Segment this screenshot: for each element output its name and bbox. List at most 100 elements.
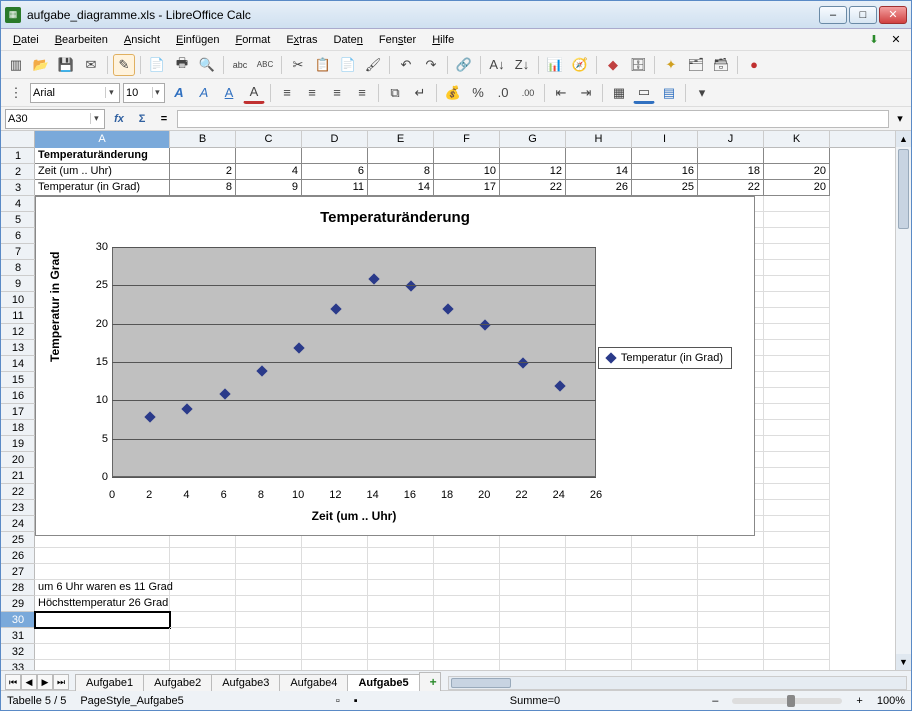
number-format-button[interactable]: .0 — [492, 82, 514, 104]
row-header-12[interactable]: 12 — [1, 324, 35, 340]
cell-G33[interactable] — [500, 660, 566, 670]
cell-K33[interactable] — [764, 660, 830, 670]
cell-F2[interactable]: 10 — [434, 164, 500, 180]
cell-J30[interactable] — [698, 612, 764, 628]
cell-B1[interactable] — [170, 148, 236, 164]
row-header-21[interactable]: 21 — [1, 468, 35, 484]
cell-I29[interactable] — [632, 596, 698, 612]
cell-I32[interactable] — [632, 644, 698, 660]
row-header-22[interactable]: 22 — [1, 484, 35, 500]
row-header-26[interactable]: 26 — [1, 548, 35, 564]
cell-K22[interactable] — [764, 484, 830, 500]
column-headers[interactable]: ABCDEFGHIJK — [35, 131, 895, 148]
toolbar-handle[interactable]: ⋮ — [5, 82, 27, 104]
cell-E32[interactable] — [368, 644, 434, 660]
cell-F26[interactable] — [434, 548, 500, 564]
zoom-slider[interactable] — [732, 698, 842, 704]
add-decimal-button[interactable]: .00 — [517, 82, 539, 104]
cell-G2[interactable]: 12 — [500, 164, 566, 180]
font-name-input[interactable] — [33, 87, 105, 99]
add-sheet-button[interactable]: + — [419, 672, 441, 691]
column-header-I[interactable]: I — [632, 131, 698, 148]
row-header-7[interactable]: 7 — [1, 244, 35, 260]
cell-D26[interactable] — [302, 548, 368, 564]
cell-B27[interactable] — [170, 564, 236, 580]
cell-B29[interactable] — [170, 596, 236, 612]
datasource-button[interactable]: 🗄 — [627, 54, 649, 76]
column-header-B[interactable]: B — [170, 131, 236, 148]
currency-button[interactable]: 💰 — [442, 82, 464, 104]
cell-F30[interactable] — [434, 612, 500, 628]
cell-K4[interactable] — [764, 196, 830, 212]
cell-B32[interactable] — [170, 644, 236, 660]
row-header-6[interactable]: 6 — [1, 228, 35, 244]
close-document-icon[interactable]: ✕ — [887, 31, 905, 49]
scroll-up-icon[interactable]: ▲ — [896, 131, 911, 147]
vertical-scrollbar[interactable]: ▲ ▼ — [895, 131, 911, 670]
cell-H30[interactable] — [566, 612, 632, 628]
cell-K17[interactable] — [764, 404, 830, 420]
print-button[interactable]: 🖶 — [171, 54, 193, 76]
cell-B30[interactable] — [170, 612, 236, 628]
column-header-K[interactable]: K — [764, 131, 830, 148]
row-header-16[interactable]: 16 — [1, 388, 35, 404]
cell-D30[interactable] — [302, 612, 368, 628]
cell-K26[interactable] — [764, 548, 830, 564]
cell-H1[interactable] — [566, 148, 632, 164]
cell-C1[interactable] — [236, 148, 302, 164]
cell-F3[interactable]: 17 — [434, 180, 500, 196]
row-header-29[interactable]: 29 — [1, 596, 35, 612]
row-header-10[interactable]: 10 — [1, 292, 35, 308]
cell-K31[interactable] — [764, 628, 830, 644]
cell-D28[interactable] — [302, 580, 368, 596]
cell-J32[interactable] — [698, 644, 764, 660]
cell-G27[interactable] — [500, 564, 566, 580]
cell-B2[interactable]: 2 — [170, 164, 236, 180]
row-header-11[interactable]: 11 — [1, 308, 35, 324]
cell-I33[interactable] — [632, 660, 698, 670]
cell-K16[interactable] — [764, 388, 830, 404]
cell-K2[interactable]: 20 — [764, 164, 830, 180]
maximize-button[interactable]: □ — [849, 6, 877, 24]
navigator-button[interactable]: 🧭 — [569, 54, 591, 76]
cell-I2[interactable]: 16 — [632, 164, 698, 180]
column-header-F[interactable]: F — [434, 131, 500, 148]
cell-K21[interactable] — [764, 468, 830, 484]
cell-F29[interactable] — [434, 596, 500, 612]
merge-cells-button[interactable]: ⧉ — [384, 82, 406, 104]
cell-F27[interactable] — [434, 564, 500, 580]
cell-G30[interactable] — [500, 612, 566, 628]
cell-C32[interactable] — [236, 644, 302, 660]
underline-button[interactable]: A — [218, 82, 240, 104]
insert-mode-icon[interactable]: ▫ — [336, 695, 340, 707]
formula-input[interactable] — [177, 110, 889, 128]
equals-icon[interactable]: = — [155, 109, 173, 129]
menu-fenster[interactable]: Fenster — [373, 32, 422, 48]
cell-K30[interactable] — [764, 612, 830, 628]
sheet-tab-aufgabe3[interactable]: Aufgabe3 — [211, 674, 280, 691]
cell-E26[interactable] — [368, 548, 434, 564]
row-header-27[interactable]: 27 — [1, 564, 35, 580]
cell-K24[interactable] — [764, 516, 830, 532]
cell-A1[interactable]: Temperaturänderung — [35, 148, 170, 164]
macro-record-button[interactable]: ● — [743, 54, 765, 76]
cell-B26[interactable] — [170, 548, 236, 564]
cell-A27[interactable] — [35, 564, 170, 580]
cell-K5[interactable] — [764, 212, 830, 228]
row-header-28[interactable]: 28 — [1, 580, 35, 596]
row-header-8[interactable]: 8 — [1, 260, 35, 276]
cell-J2[interactable]: 18 — [698, 164, 764, 180]
scroll-down-icon[interactable]: ▼ — [896, 654, 911, 670]
cell-F1[interactable] — [434, 148, 500, 164]
cell-H32[interactable] — [566, 644, 632, 660]
selection-mode-icon[interactable]: ▪ — [354, 695, 358, 707]
chart-button[interactable]: 📊 — [544, 54, 566, 76]
cell-K9[interactable] — [764, 276, 830, 292]
cell-A28[interactable]: um 6 Uhr waren es 11 Grad — [35, 580, 170, 596]
row-header-5[interactable]: 5 — [1, 212, 35, 228]
cell-K10[interactable] — [764, 292, 830, 308]
cell-E28[interactable] — [368, 580, 434, 596]
row-header-3[interactable]: 3 — [1, 180, 35, 196]
chevron-down-icon[interactable]: ▾ — [152, 87, 162, 98]
cell-A2[interactable]: Zeit (um .. Uhr) — [35, 164, 170, 180]
